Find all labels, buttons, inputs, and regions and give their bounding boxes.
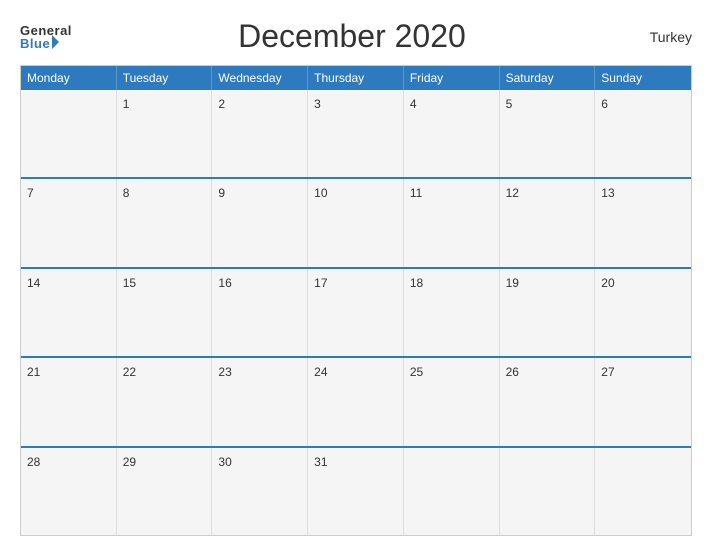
day-number: 3 <box>314 97 321 111</box>
day-number: 13 <box>601 186 614 200</box>
logo-triangle-icon <box>52 35 59 49</box>
day-cell-1-6: 13 <box>595 179 691 266</box>
day-cell-0-2: 2 <box>212 90 308 177</box>
day-number: 19 <box>506 276 519 290</box>
day-cell-1-3: 10 <box>308 179 404 266</box>
logo: General Blue <box>20 24 72 50</box>
day-cell-3-1: 22 <box>117 358 213 445</box>
day-cell-1-2: 9 <box>212 179 308 266</box>
day-number: 6 <box>601 97 608 111</box>
day-cell-2-4: 18 <box>404 269 500 356</box>
day-headers-row: Monday Tuesday Wednesday Thursday Friday… <box>21 66 691 90</box>
day-cell-1-0: 7 <box>21 179 117 266</box>
header-sunday: Sunday <box>595 66 691 90</box>
day-number: 15 <box>123 276 136 290</box>
day-number: 2 <box>218 97 225 111</box>
day-cell-4-3: 31 <box>308 448 404 535</box>
header-tuesday: Tuesday <box>117 66 213 90</box>
week-row-1: 1 2 3 4 5 6 <box>21 90 691 177</box>
day-cell-1-1: 8 <box>117 179 213 266</box>
week-row-4: 21 22 23 24 25 26 27 <box>21 356 691 445</box>
day-cell-4-1: 29 <box>117 448 213 535</box>
day-cell-4-5 <box>500 448 596 535</box>
day-cell-3-5: 26 <box>500 358 596 445</box>
day-cell-3-2: 23 <box>212 358 308 445</box>
day-number: 26 <box>506 365 519 379</box>
header-wednesday: Wednesday <box>212 66 308 90</box>
weeks-container: 1234567891011121314151617181920212223242… <box>21 90 691 535</box>
day-number: 30 <box>218 455 231 469</box>
day-cell-2-0: 14 <box>21 269 117 356</box>
day-number: 12 <box>506 186 519 200</box>
day-number: 27 <box>601 365 614 379</box>
week-row-3: 14 15 16 17 18 19 20 <box>21 267 691 356</box>
header-monday: Monday <box>21 66 117 90</box>
day-number: 23 <box>218 365 231 379</box>
week-row-5: 28 29 30 31 <box>21 446 691 535</box>
day-cell-0-6: 6 <box>595 90 691 177</box>
calendar-grid: Monday Tuesday Wednesday Thursday Friday… <box>20 65 692 536</box>
day-number: 7 <box>27 186 34 200</box>
header-thursday: Thursday <box>308 66 404 90</box>
day-number: 25 <box>410 365 423 379</box>
day-number: 10 <box>314 186 327 200</box>
day-cell-4-2: 30 <box>212 448 308 535</box>
day-number: 18 <box>410 276 423 290</box>
header: General Blue December 2020 Turkey <box>20 18 692 55</box>
day-number: 24 <box>314 365 327 379</box>
day-cell-2-3: 17 <box>308 269 404 356</box>
day-cell-0-0 <box>21 90 117 177</box>
day-cell-2-6: 20 <box>595 269 691 356</box>
day-cell-3-6: 27 <box>595 358 691 445</box>
day-cell-2-5: 19 <box>500 269 596 356</box>
day-cell-0-3: 3 <box>308 90 404 177</box>
country-label: Turkey <box>632 29 692 45</box>
day-number: 14 <box>27 276 40 290</box>
header-saturday: Saturday <box>500 66 596 90</box>
header-friday: Friday <box>404 66 500 90</box>
logo-blue-text: Blue <box>20 37 72 50</box>
day-cell-1-5: 12 <box>500 179 596 266</box>
day-number: 22 <box>123 365 136 379</box>
day-number: 29 <box>123 455 136 469</box>
day-cell-4-6 <box>595 448 691 535</box>
day-number: 5 <box>506 97 513 111</box>
day-number: 9 <box>218 186 225 200</box>
day-cell-4-0: 28 <box>21 448 117 535</box>
day-cell-1-4: 11 <box>404 179 500 266</box>
week-row-2: 7 8 9 10 11 12 13 <box>21 177 691 266</box>
day-cell-2-2: 16 <box>212 269 308 356</box>
day-cell-2-1: 15 <box>117 269 213 356</box>
day-cell-3-3: 24 <box>308 358 404 445</box>
logo-general-text: General <box>20 24 72 37</box>
day-number: 28 <box>27 455 40 469</box>
day-number: 17 <box>314 276 327 290</box>
calendar-title: December 2020 <box>72 18 632 55</box>
day-number: 16 <box>218 276 231 290</box>
day-number: 1 <box>123 97 130 111</box>
calendar-page: General Blue December 2020 Turkey Monday… <box>0 0 712 550</box>
day-cell-3-4: 25 <box>404 358 500 445</box>
day-cell-0-5: 5 <box>500 90 596 177</box>
day-number: 21 <box>27 365 40 379</box>
day-cell-3-0: 21 <box>21 358 117 445</box>
day-number: 31 <box>314 455 327 469</box>
day-number: 4 <box>410 97 417 111</box>
day-number: 11 <box>410 186 422 200</box>
day-cell-0-1: 1 <box>117 90 213 177</box>
day-number: 20 <box>601 276 614 290</box>
day-number: 8 <box>123 186 130 200</box>
day-cell-0-4: 4 <box>404 90 500 177</box>
day-cell-4-4 <box>404 448 500 535</box>
